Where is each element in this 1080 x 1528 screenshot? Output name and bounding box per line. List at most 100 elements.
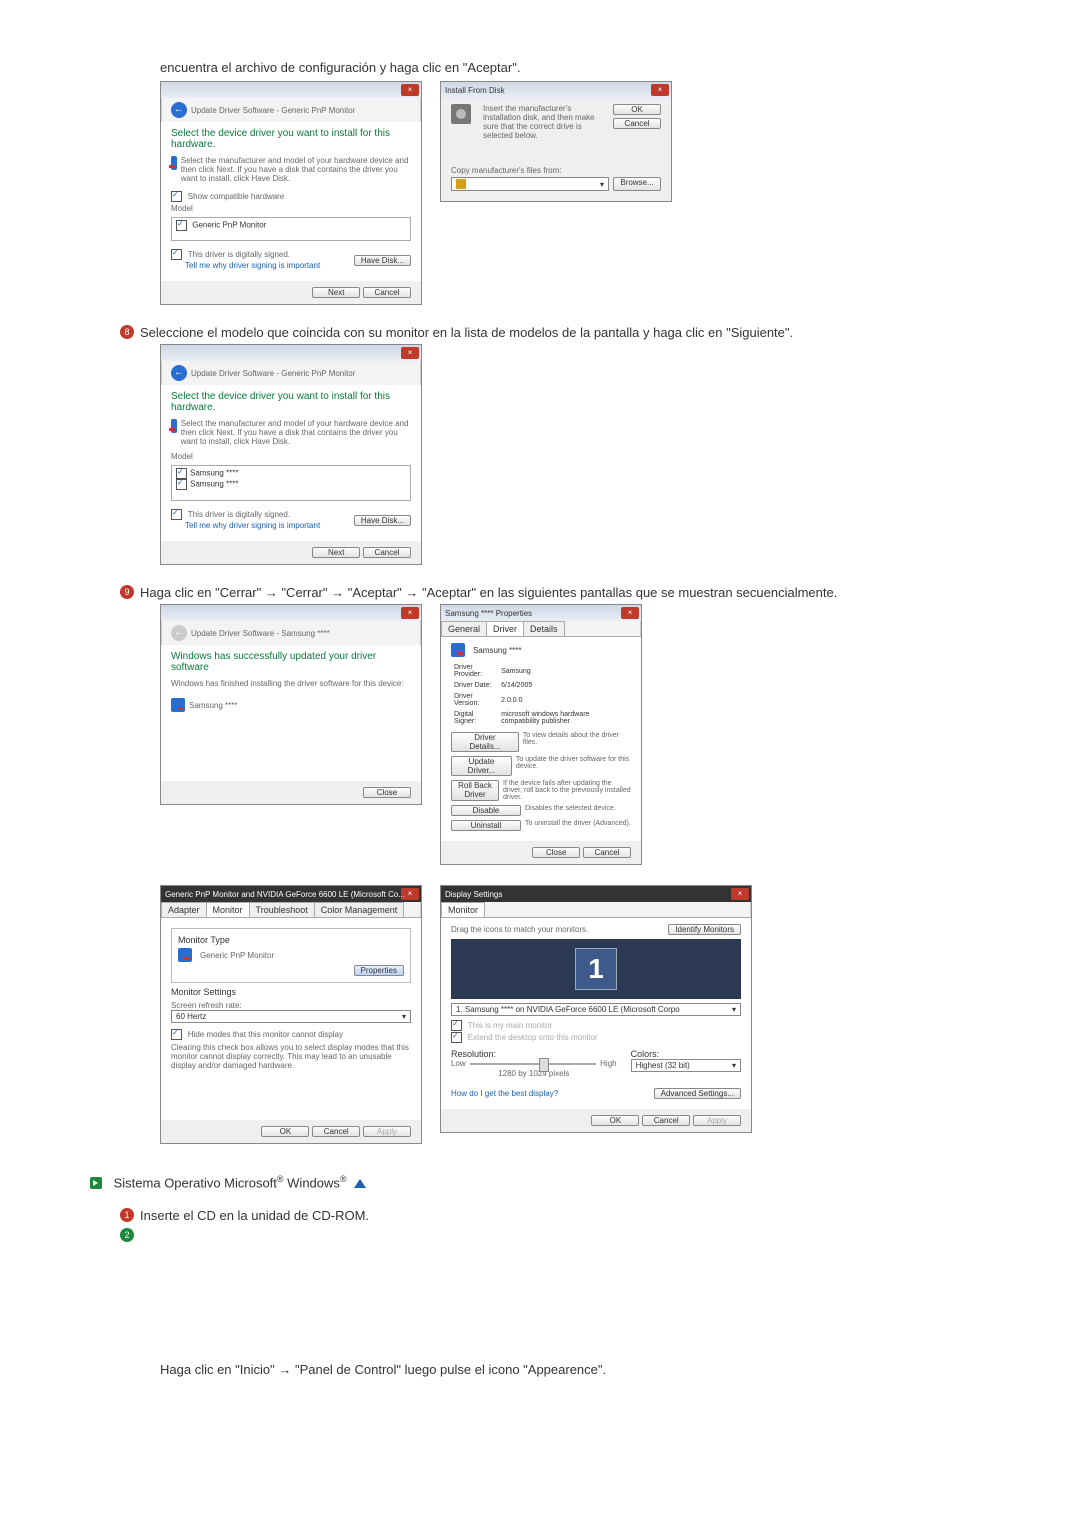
tab-details[interactable]: Details bbox=[523, 621, 565, 636]
monitor-preview[interactable]: 1 bbox=[451, 939, 741, 999]
update-driver-text: To update the driver software for this d… bbox=[516, 756, 631, 776]
slider-thumb[interactable] bbox=[539, 1058, 549, 1072]
cancel-button[interactable]: Cancel bbox=[583, 847, 631, 858]
signed-text: This driver is digitally signed. bbox=[188, 250, 290, 259]
close-button[interactable]: Close bbox=[532, 847, 580, 858]
close-icon[interactable]: × bbox=[401, 84, 419, 96]
browse-button[interactable]: Browse... bbox=[613, 177, 661, 191]
resolution-value: 1280 by 1024 pixels bbox=[451, 1069, 617, 1078]
advanced-settings-button[interactable]: Advanced Settings... bbox=[654, 1088, 741, 1099]
apply-button[interactable]: Apply bbox=[693, 1115, 741, 1126]
close-icon[interactable]: × bbox=[731, 888, 749, 900]
ok-button[interactable]: OK bbox=[613, 104, 661, 115]
dialog-heading: Select the device driver you want to ins… bbox=[171, 391, 411, 413]
refresh-combo[interactable]: 60 Hertz ▾ bbox=[171, 1010, 411, 1023]
lbl-signer: Digital Signer: bbox=[453, 710, 498, 726]
model-header: Model bbox=[171, 204, 411, 213]
disable-button[interactable]: Disable bbox=[451, 805, 521, 816]
monitor-select-value: 1. Samsung **** on NVIDIA GeForce 6600 L… bbox=[456, 1005, 680, 1014]
close-icon[interactable]: × bbox=[621, 607, 639, 619]
dialog-driver-properties: Samsung **** Properties × General Driver… bbox=[440, 604, 642, 865]
resolution-slider[interactable] bbox=[470, 1063, 596, 1065]
back-icon[interactable]: ← bbox=[171, 102, 187, 118]
model-item: Samsung **** bbox=[190, 480, 238, 489]
dialog-heading: Select the device driver you want to ins… bbox=[171, 128, 411, 150]
dialog-install-from-disk: Install From Disk × Insert the manufactu… bbox=[440, 81, 672, 202]
signed-text: This driver is digitally signed. bbox=[188, 510, 290, 519]
dialog-monitor-properties: Generic PnP Monitor and NVIDIA GeForce 6… bbox=[160, 885, 422, 1143]
monitor-icon bbox=[178, 948, 192, 962]
monitor-icon bbox=[451, 643, 465, 657]
chevron-down-icon: ▾ bbox=[732, 1005, 736, 1014]
dialog-update-driver-1: × ← Update Driver Software - Generic PnP… bbox=[160, 81, 422, 305]
tell-me-link[interactable]: Tell me why driver signing is important bbox=[185, 521, 320, 530]
next-button[interactable]: Next bbox=[312, 547, 360, 558]
cancel-button[interactable]: Cancel bbox=[642, 1115, 690, 1126]
uninstall-text: To uninstall the driver (Advanced). bbox=[525, 820, 631, 831]
close-icon[interactable]: × bbox=[401, 347, 419, 359]
val-signer: microsoft windows hardware compatibility… bbox=[500, 710, 629, 726]
ok-button[interactable]: OK bbox=[261, 1126, 309, 1137]
dialog-update-driver-2: × ← Update Driver Software - Generic PnP… bbox=[160, 344, 422, 565]
cancel-button[interactable]: Cancel bbox=[363, 547, 411, 558]
tab-monitor[interactable]: Monitor bbox=[206, 902, 250, 917]
bullet-arrow-icon bbox=[90, 1177, 102, 1189]
uninstall-button[interactable]: Uninstall bbox=[451, 820, 521, 831]
identify-button[interactable]: Identify Monitors bbox=[668, 924, 741, 935]
extend-checkbox[interactable] bbox=[451, 1032, 462, 1043]
scroll-top-icon[interactable] bbox=[354, 1179, 366, 1188]
have-disk-button[interactable]: Have Disk... bbox=[354, 515, 411, 526]
dialog-desc: Select the manufacturer and model of you… bbox=[181, 419, 411, 446]
monitor-number: 1 bbox=[588, 953, 604, 985]
close-icon[interactable]: × bbox=[651, 84, 669, 96]
step-number-2: 2 bbox=[120, 1228, 134, 1242]
colors-combo[interactable]: Highest (32 bit) ▾ bbox=[631, 1059, 741, 1072]
step-xp-1-text: Inserte el CD en la unidad de CD-ROM. bbox=[140, 1208, 369, 1223]
cancel-button[interactable]: Cancel bbox=[363, 287, 411, 298]
update-driver-button[interactable]: Update Driver... bbox=[451, 756, 512, 776]
next-button[interactable]: Next bbox=[312, 287, 360, 298]
close-button[interactable]: Close bbox=[363, 787, 411, 798]
path-combo[interactable]: ▾ bbox=[451, 177, 609, 191]
rollback-button[interactable]: Roll Back Driver bbox=[451, 780, 499, 801]
extend-label: Extend the desktop onto this monitor bbox=[468, 1033, 598, 1042]
model-list[interactable]: Samsung **** Samsung **** bbox=[171, 465, 411, 501]
close-icon[interactable]: × bbox=[401, 607, 419, 619]
driver-details-text: To view details about the driver files. bbox=[523, 732, 631, 752]
driver-icon bbox=[171, 156, 177, 170]
tab-driver[interactable]: Driver bbox=[486, 621, 524, 636]
best-display-link[interactable]: How do I get the best display? bbox=[451, 1089, 558, 1098]
checkbox-compat[interactable] bbox=[171, 191, 182, 202]
monitor-name: Generic PnP Monitor bbox=[200, 951, 274, 960]
drag-text: Drag the icons to match your monitors. bbox=[451, 925, 588, 934]
res-high: High bbox=[600, 1059, 616, 1068]
tab-color-management[interactable]: Color Management bbox=[314, 902, 405, 917]
cancel-button[interactable]: Cancel bbox=[613, 118, 661, 129]
hide-modes-checkbox[interactable] bbox=[171, 1029, 182, 1040]
model-header: Model bbox=[171, 452, 411, 461]
driver-details-button[interactable]: Driver Details... bbox=[451, 732, 519, 752]
res-low: Low bbox=[451, 1059, 466, 1068]
val-version: 2.0.0.0 bbox=[500, 692, 629, 708]
tell-me-link[interactable]: Tell me why driver signing is important bbox=[185, 261, 320, 270]
back-icon: ← bbox=[171, 625, 187, 641]
model-list[interactable]: Generic PnP Monitor bbox=[171, 217, 411, 241]
tab-troubleshoot[interactable]: Troubleshoot bbox=[249, 902, 315, 917]
cancel-button[interactable]: Cancel bbox=[312, 1126, 360, 1137]
properties-button[interactable]: Properties bbox=[354, 965, 404, 976]
dialog-update-success: × ← Update Driver Software - Samsung ***… bbox=[160, 604, 422, 805]
refresh-value: 60 Hertz bbox=[176, 1012, 206, 1021]
main-monitor-label: This is my main monitor bbox=[468, 1022, 552, 1031]
tab-general[interactable]: General bbox=[441, 621, 487, 636]
driver-icon bbox=[171, 698, 185, 712]
ok-button[interactable]: OK bbox=[591, 1115, 639, 1126]
refresh-label: Screen refresh rate: bbox=[171, 1001, 411, 1010]
breadcrumb: Update Driver Software - Generic PnP Mon… bbox=[191, 106, 355, 115]
breadcrumb: Update Driver Software - Generic PnP Mon… bbox=[191, 369, 355, 378]
tab-monitor[interactable]: Monitor bbox=[441, 902, 485, 917]
monitor-select-combo[interactable]: 1. Samsung **** on NVIDIA GeForce 6600 L… bbox=[451, 1003, 741, 1016]
apply-button[interactable]: Apply bbox=[363, 1126, 411, 1137]
back-icon[interactable]: ← bbox=[171, 365, 187, 381]
have-disk-button[interactable]: Have Disk... bbox=[354, 255, 411, 266]
tab-adapter[interactable]: Adapter bbox=[161, 902, 207, 917]
